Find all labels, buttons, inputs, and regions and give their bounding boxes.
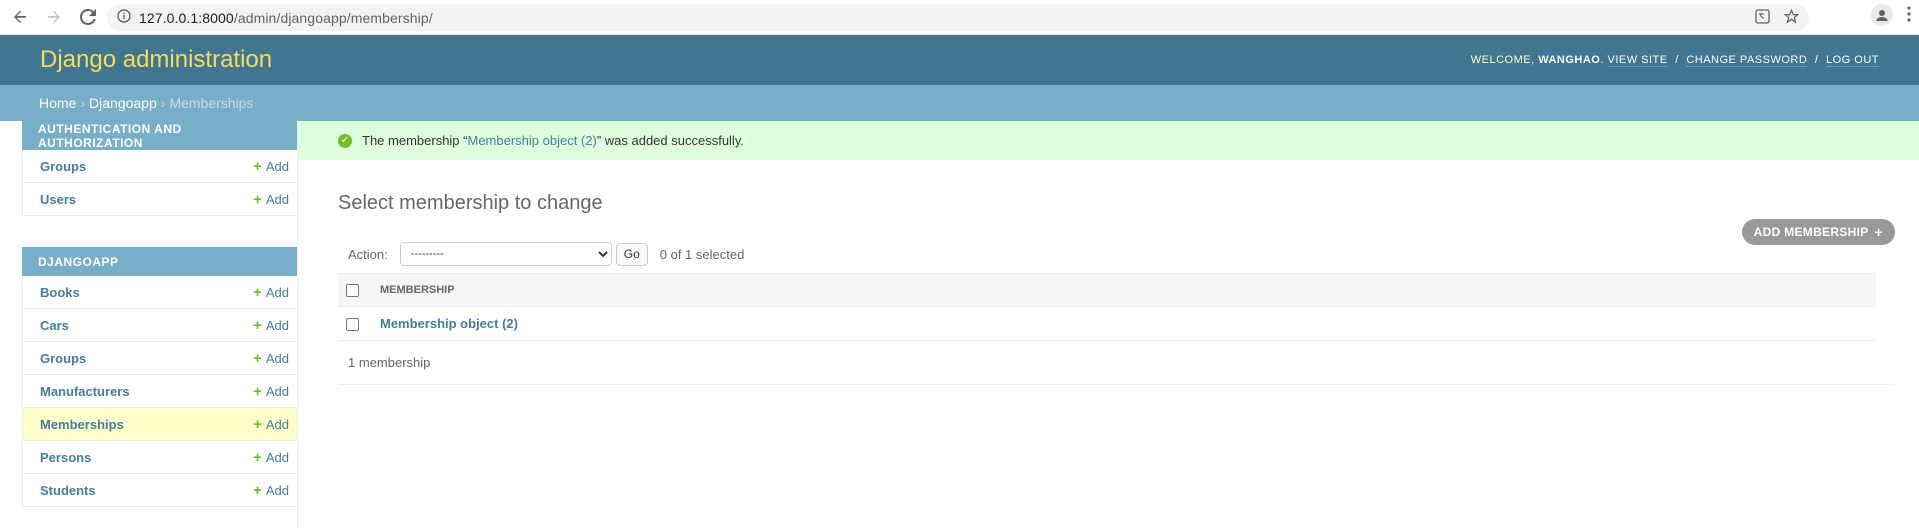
selection-counter: 0 of 1 selected (659, 246, 745, 262)
plus-icon: + (253, 481, 262, 499)
table-row: Membership object (2) (338, 306, 1876, 341)
nav-sidebar: AUTHENTICATION AND AUTHORIZATION Groups … (0, 121, 298, 528)
djangoapp-module: DJANGOAPP Books + Add Cars + Add Groups + A… (22, 247, 298, 507)
sidebar-item-label[interactable]: Memberships (40, 417, 124, 432)
forward-icon[interactable] (40, 3, 68, 31)
action-label: Action: (348, 246, 388, 262)
separator: / (1675, 54, 1679, 66)
separator: / (1814, 54, 1819, 66)
plus-icon: + (253, 382, 262, 400)
user-tools: WELCOME, WANGHAO. VIEW SITE / CHANGE PAS… (1470, 54, 1879, 67)
select-all-checkbox[interactable] (346, 283, 359, 297)
sidebar-item-label[interactable]: Persons (40, 450, 91, 465)
add-membership-label: ADD MEMBERSHIP (1753, 225, 1869, 239)
breadcrumb-separator: › (160, 95, 166, 111)
translate-icon[interactable] (1755, 8, 1770, 27)
bookmark-star-icon[interactable] (1783, 8, 1800, 27)
result-list: MEMBERSHIP Membership object (2) (338, 273, 1876, 341)
plus-icon: + (253, 349, 262, 367)
column-header-membership[interactable]: MEMBERSHIP (372, 273, 1876, 307)
sidebar-item-cars[interactable]: Cars + Add (22, 309, 298, 342)
add-link[interactable]: + Add (253, 417, 289, 432)
auth-module: AUTHENTICATION AND AUTHORIZATION Groups … (22, 121, 298, 216)
sidebar-item-label[interactable]: Groups (40, 351, 86, 366)
plus-icon: + (253, 157, 262, 175)
browser-toolbar: 127.0.0.1:8000/admin/djangoapp/membershi… (0, 0, 1919, 35)
site-brand[interactable]: Django administration (40, 46, 272, 74)
plus-icon: + (1874, 224, 1883, 240)
log-out-link[interactable]: LOG OUT (1825, 54, 1879, 67)
add-link[interactable]: + Add (253, 483, 289, 498)
breadcrumb-app[interactable]: Djangoapp (89, 95, 157, 111)
browser-menu-icon[interactable] (1907, 5, 1911, 25)
sidebar-item-groups[interactable]: Groups + Add (22, 150, 298, 183)
back-icon[interactable] (6, 3, 34, 31)
action-select[interactable]: --------- (399, 242, 612, 266)
select-all-cell (338, 273, 372, 307)
add-link[interactable]: + Add (253, 351, 289, 366)
view-site-link[interactable]: VIEW SITE (1607, 54, 1668, 67)
success-message: ✓ The membership “Membership object (2)”… (298, 121, 1919, 160)
sidebar-item-books[interactable]: Books + Add (22, 276, 298, 309)
actions-bar: Action: --------- Go 0 of 1 selected (338, 235, 1895, 273)
breadcrumb-current: Memberships (169, 95, 254, 111)
address-bar[interactable]: 127.0.0.1:8000/admin/djangoapp/membershi… (107, 4, 1809, 31)
add-link[interactable]: + Add (253, 318, 289, 333)
row-link-cell: Membership object (2) (372, 306, 1876, 341)
row-checkbox[interactable] (346, 318, 359, 332)
add-link[interactable]: + Add (253, 285, 289, 300)
sidebar-item-memberships[interactable]: Memberships + Add (22, 408, 298, 441)
module-caption[interactable]: AUTHENTICATION AND AUTHORIZATION (22, 121, 298, 150)
sidebar-item-persons[interactable]: Persons + Add (22, 441, 298, 474)
plus-icon: + (253, 415, 262, 433)
plus-icon: + (253, 190, 262, 208)
content-main: ✓ The membership “Membership object (2)”… (298, 121, 1919, 528)
sidebar-item-label[interactable]: Students (40, 483, 96, 498)
sidebar-item-groups[interactable]: Groups + Add (22, 342, 298, 375)
sidebar-item-manufacturers[interactable]: Manufacturers + Add (22, 375, 298, 408)
check-circle-icon: ✓ (338, 133, 352, 148)
message-suffix: ” was added successfully. (596, 133, 744, 148)
row-object-link[interactable]: Membership object (2) (380, 316, 518, 331)
breadcrumb: Home › Djangoapp › Memberships (0, 85, 1919, 121)
username: WANGHAO (1538, 54, 1601, 66)
sidebar-item-label[interactable]: Users (40, 192, 76, 207)
sidebar-item-label[interactable]: Groups (40, 159, 86, 174)
message-prefix: The membership “ (362, 133, 468, 148)
welcome-text: WELCOME, (1470, 54, 1535, 66)
paginator: 1 membership (338, 341, 1895, 385)
sidebar-item-students[interactable]: Students + Add (22, 474, 298, 507)
module-caption[interactable]: DJANGOAPP (22, 247, 298, 276)
row-select-cell (338, 306, 372, 341)
sidebar-item-label[interactable]: Books (40, 285, 80, 300)
sidebar-item-users[interactable]: Users + Add (22, 183, 298, 216)
sidebar-item-label[interactable]: Manufacturers (40, 384, 130, 399)
url-text: 127.0.0.1:8000/admin/djangoapp/membershi… (139, 9, 433, 26)
go-button[interactable]: Go (615, 242, 648, 266)
add-link[interactable]: + Add (253, 450, 289, 465)
profile-avatar-icon[interactable] (1871, 4, 1893, 26)
admin-header: Django administration WELCOME, WANGHAO. … (0, 35, 1919, 85)
sidebar-item-label[interactable]: Cars (40, 318, 69, 333)
site-info-icon[interactable] (117, 9, 131, 26)
add-link[interactable]: + Add (253, 192, 289, 207)
add-membership-button[interactable]: ADD MEMBERSHIP + (1741, 219, 1895, 245)
reload-icon[interactable] (74, 3, 102, 31)
message-object-link[interactable]: Membership object (2) (467, 133, 596, 148)
breadcrumb-home[interactable]: Home (39, 95, 76, 111)
add-link[interactable]: + Add (253, 159, 289, 174)
plus-icon: + (253, 316, 262, 334)
plus-icon: + (253, 448, 262, 466)
plus-icon: + (253, 283, 262, 301)
add-link[interactable]: + Add (253, 384, 289, 399)
change-password-link[interactable]: CHANGE PASSWORD (1686, 54, 1808, 67)
page-title: Select membership to change (338, 192, 603, 214)
breadcrumb-separator: › (80, 95, 86, 111)
